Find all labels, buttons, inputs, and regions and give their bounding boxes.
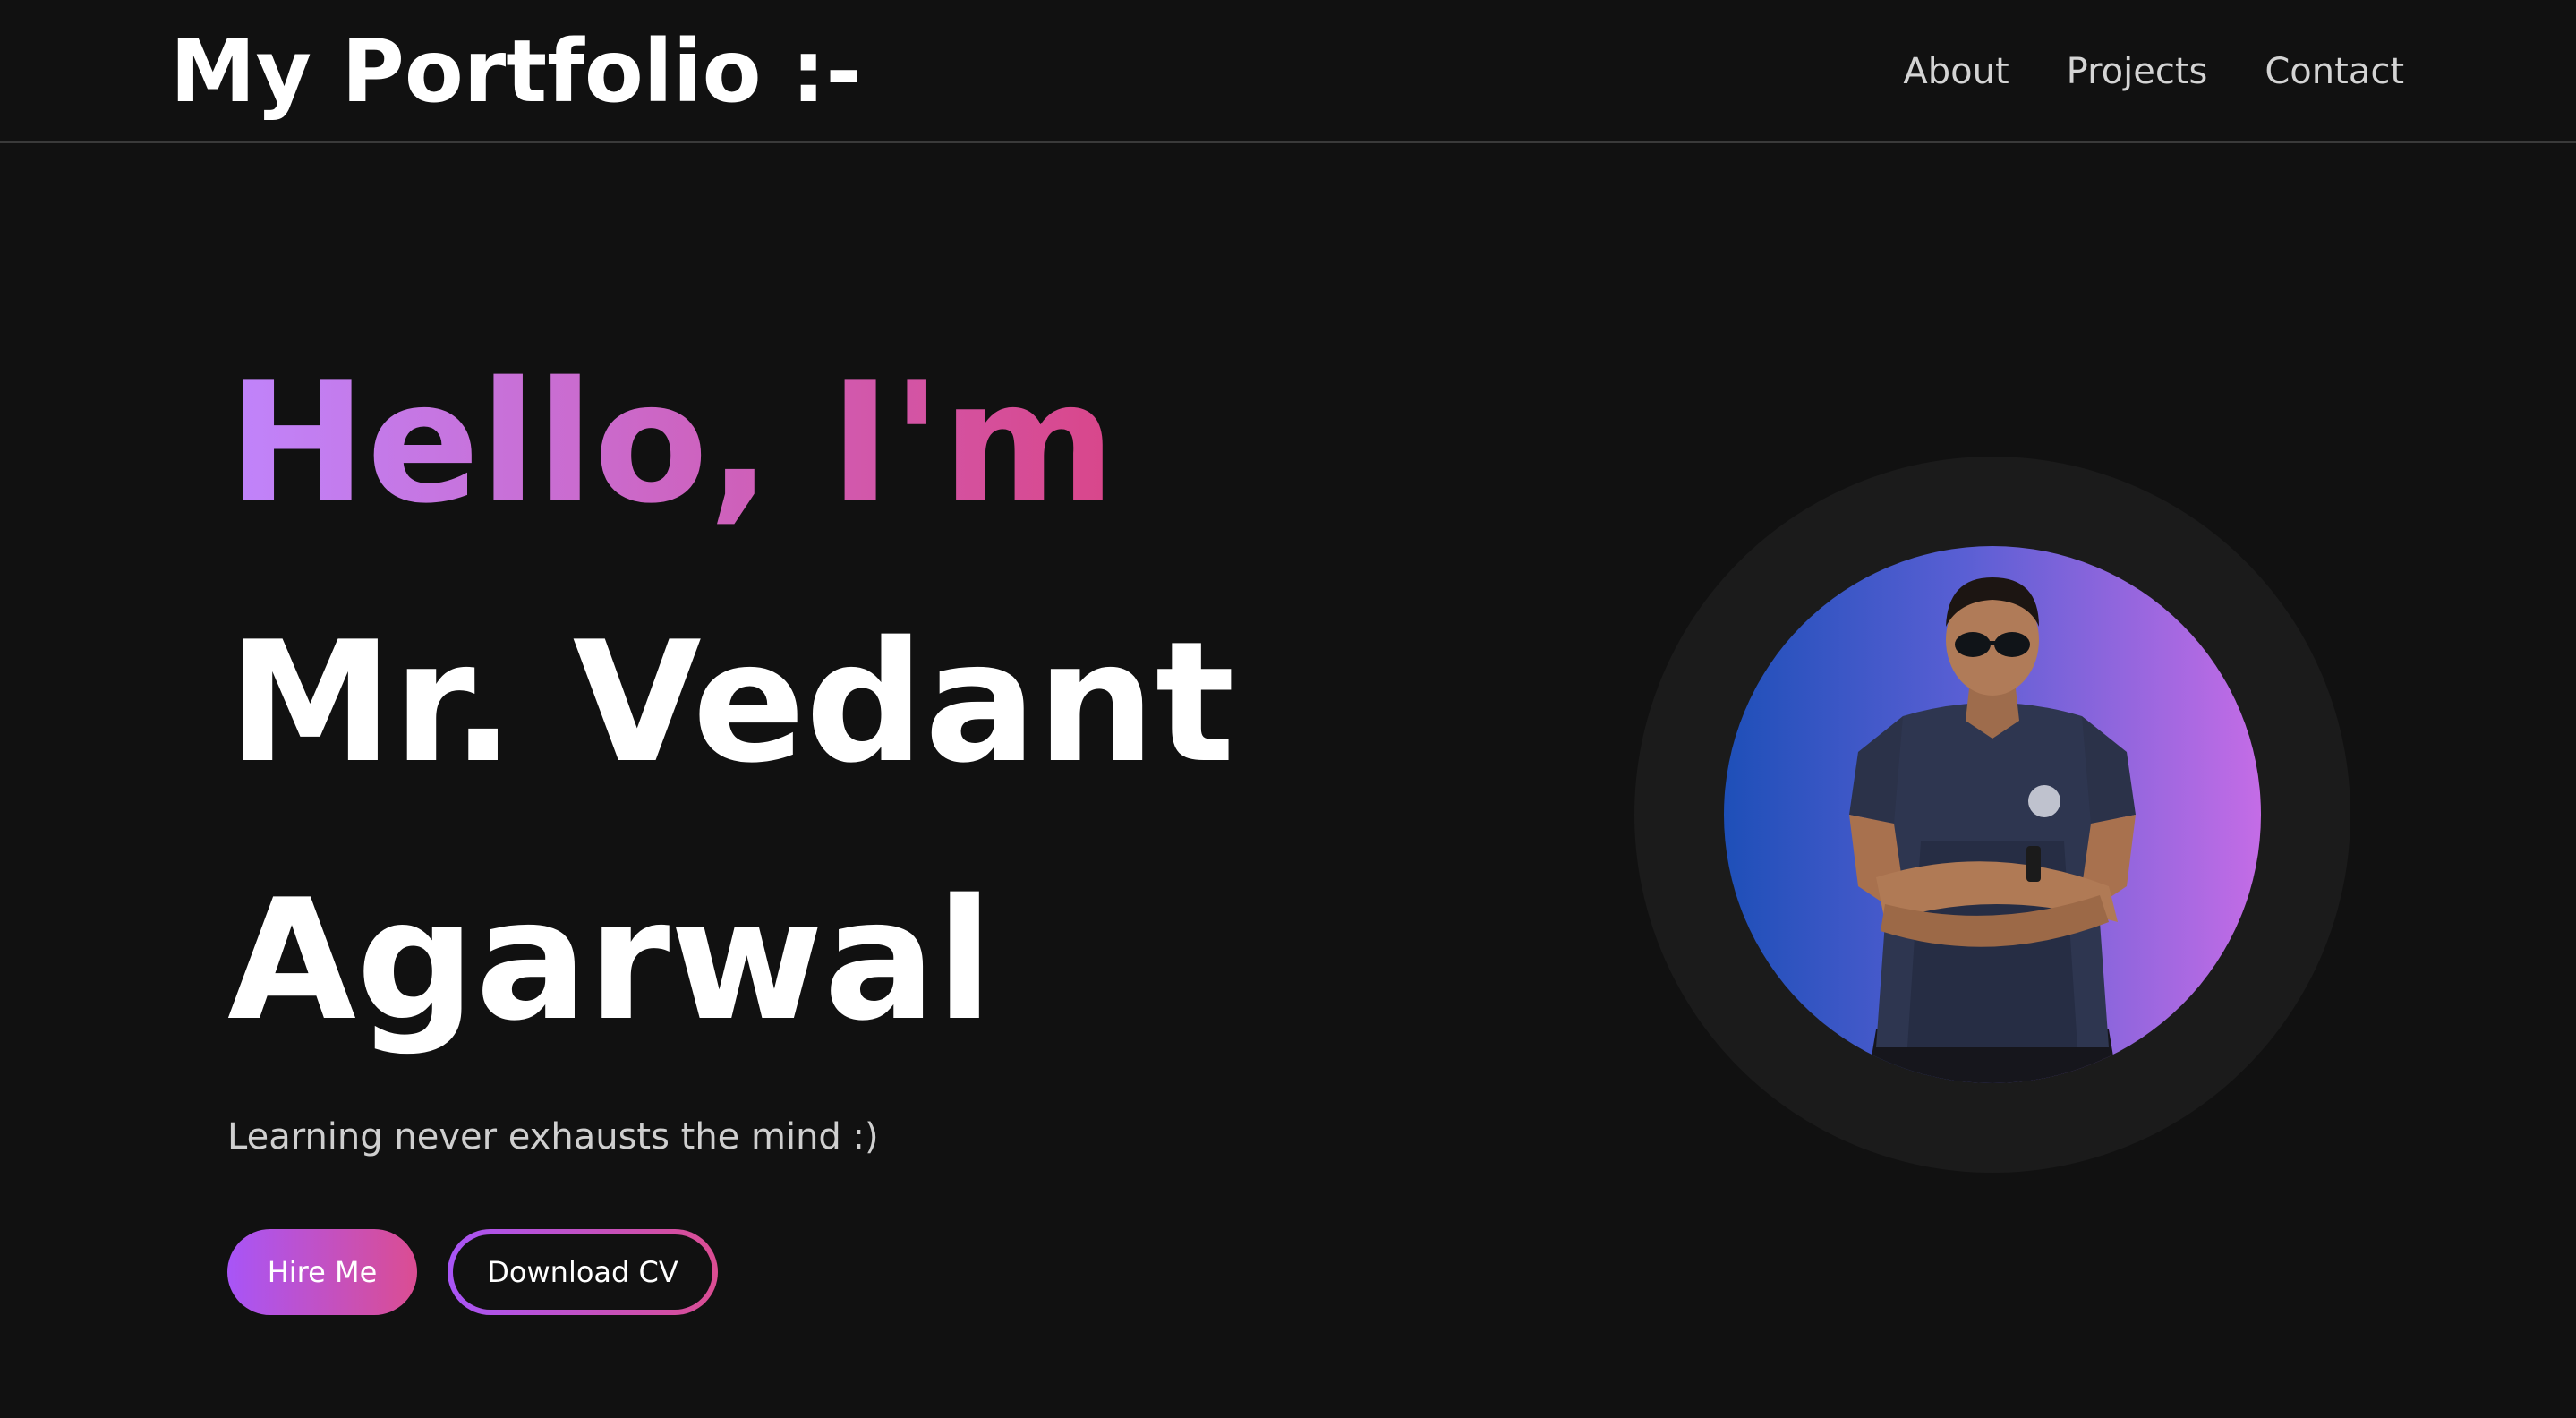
- top-navbar: My Portfolio :- About Projects Contact: [0, 0, 2576, 143]
- nav-link-contact[interactable]: Contact: [2265, 43, 2404, 100]
- hero-greeting: Hello, I'm: [227, 346, 1116, 540]
- hero-name-first-line: Mr. Vedant: [227, 605, 1235, 799]
- brand-title: My Portfolio :-: [170, 21, 862, 122]
- portfolio-page: My Portfolio :- About Projects Contact H…: [0, 0, 2576, 1418]
- nav-links: About Projects Contact: [1903, 43, 2404, 100]
- hire-me-button[interactable]: Hire Me: [227, 1229, 417, 1315]
- nav-link-projects[interactable]: Projects: [2067, 43, 2208, 100]
- profile-avatar: [1724, 546, 2261, 1083]
- hero-buttons: Hire Me Download CV: [227, 1229, 718, 1315]
- profile-photo-illustration: [1849, 577, 2136, 1083]
- hero-tagline: Learning never exhausts the mind :): [227, 1116, 879, 1157]
- hero-name-second-line: Agarwal: [227, 863, 994, 1057]
- download-cv-button[interactable]: Download CV: [448, 1229, 718, 1315]
- download-cv-label: Download CV: [453, 1234, 712, 1310]
- nav-link-about[interactable]: About: [1903, 43, 2009, 100]
